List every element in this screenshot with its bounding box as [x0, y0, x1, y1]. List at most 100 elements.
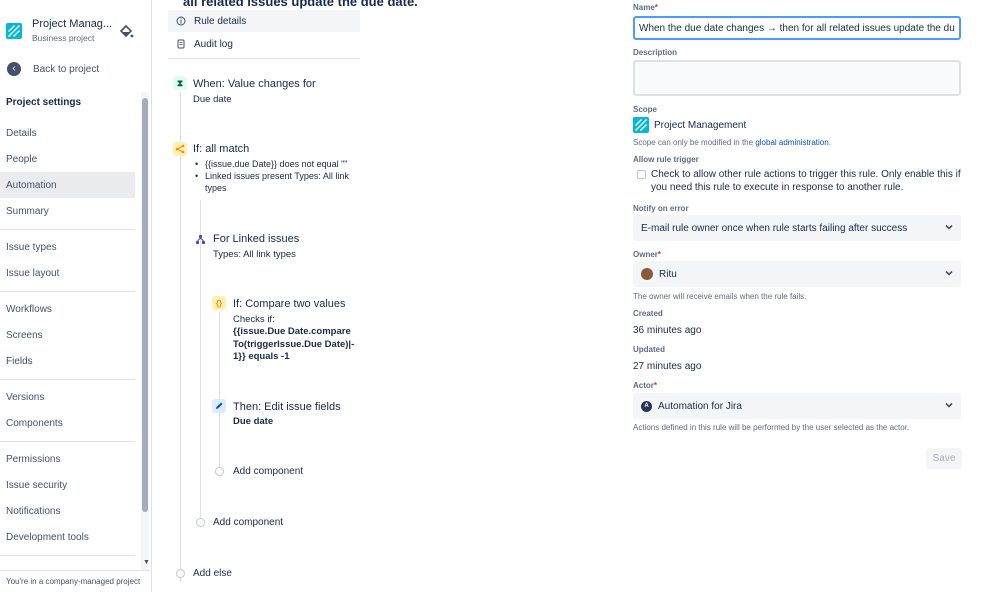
chevron-down-icon — [945, 270, 953, 276]
condition-bullet: {{issue.due Date}} does not equal "" — [195, 158, 355, 170]
arrow-left-icon: ‹ — [7, 62, 21, 76]
paint-bucket-icon[interactable] — [118, 24, 134, 40]
sidebar-item-screens[interactable]: Screens — [0, 322, 135, 348]
save-button[interactable]: Save — [926, 448, 962, 469]
back-to-project-label: Back to project — [33, 63, 100, 75]
owner-helper-text: The owner will receive emails when the r… — [633, 292, 807, 301]
trigger-hourglass-icon: ⧗ — [173, 76, 187, 90]
condition-title[interactable]: If: all match — [193, 143, 249, 155]
compare-title[interactable]: If: Compare two values — [233, 298, 346, 310]
project-sidebar: Project Manag... Business project ‹ Back… — [0, 0, 152, 592]
allow-rule-trigger-label: Allow rule trigger — [633, 155, 699, 164]
actor-label: Actor* — [633, 381, 658, 390]
allow-rule-trigger-checkbox[interactable] — [637, 170, 646, 179]
add-component-inner-link[interactable]: Add component — [233, 466, 303, 477]
sidebar-item-automation[interactable]: Automation — [0, 172, 135, 198]
allow-rule-trigger-description: Check to allow other rule actions to tri… — [651, 169, 961, 193]
add-component-dot — [196, 518, 205, 527]
updated-value: 27 minutes ago — [633, 361, 702, 372]
action-title[interactable]: Then: Edit issue fields — [233, 401, 341, 413]
sidebar-divider — [0, 229, 135, 230]
description-label: Description — [633, 48, 678, 57]
rule-details-label: Rule details — [194, 15, 247, 27]
notify-on-error-label: Notify on error — [633, 204, 689, 213]
add-else-dot — [176, 569, 185, 578]
scope-label: Scope — [633, 105, 658, 114]
project-settings-heading: Project settings — [6, 97, 82, 108]
info-icon — [176, 16, 186, 26]
sidebar-divider — [0, 555, 135, 556]
sidebar-divider — [0, 291, 135, 292]
add-component-outer-link[interactable]: Add component — [213, 517, 283, 528]
branch-people-icon — [193, 232, 207, 246]
project-name: Project Manag... — [32, 18, 112, 30]
compare-expression: {{issue.Due Date.compareTo(triggerIssue.… — [233, 326, 355, 362]
owner-value: Ritu — [659, 268, 677, 280]
add-component-dot — [215, 467, 224, 476]
sidebar-item-notifications[interactable]: Notifications — [0, 498, 135, 524]
sidebar-scrollbar-thumb[interactable] — [142, 98, 148, 512]
condition-bullets: {{issue.due Date}} does not equal "" Lin… — [195, 158, 355, 194]
condition-branch-icon — [173, 142, 187, 156]
notify-on-error-value: E-mail rule owner once when rule starts … — [641, 222, 908, 234]
branch-types: Types: All link types — [213, 249, 296, 260]
actor-select[interactable]: A Automation for Jira — [633, 393, 961, 419]
project-logo-icon — [6, 23, 22, 39]
sidebar-item-versions[interactable]: Versions — [0, 384, 135, 410]
scroll-down-arrow-icon[interactable]: ▼ — [143, 559, 150, 566]
action-field: Due date — [233, 416, 274, 427]
sidebar-item-summary[interactable]: Summary — [0, 198, 135, 224]
sidebar-item-issue-security[interactable]: Issue security — [0, 472, 135, 498]
compare-checks-label: Checks if: — [233, 314, 275, 325]
edit-pencil-icon — [212, 399, 226, 413]
branch-connector-line — [200, 200, 201, 522]
chevron-down-icon — [945, 224, 953, 230]
owner-select[interactable]: Ritu — [633, 261, 961, 287]
condition-bullet: Linked issues present Types: All link ty… — [195, 170, 355, 194]
sidebar-item-development-tools[interactable]: Development tools — [0, 524, 135, 550]
actor-helper-text: Actions defined in this rule will be per… — [633, 423, 910, 432]
project-type: Business project — [32, 33, 95, 43]
notify-on-error-select[interactable]: E-mail rule owner once when rule starts … — [633, 215, 961, 241]
scope-value-row: Project Management — [633, 117, 746, 133]
rule-menu: Rule details Audit log — [168, 10, 360, 58]
global-administration-link[interactable]: global administration — [755, 138, 828, 147]
sidebar-item-details[interactable]: Details — [0, 120, 135, 146]
sidebar-item-fields[interactable]: Fields — [0, 348, 135, 374]
owner-label: Owner* — [633, 250, 662, 259]
name-label: Name* — [633, 3, 658, 12]
updated-label: Updated — [633, 345, 665, 354]
company-managed-note: You're in a company-managed project — [0, 570, 150, 592]
chevron-down-icon — [945, 402, 953, 408]
sidebar-item-issue-types[interactable]: Issue types — [0, 234, 135, 260]
project-logo-icon — [633, 117, 649, 133]
sidebar-item-workflows[interactable]: Workflows — [0, 296, 135, 322]
sidebar-item-permissions[interactable]: Permissions — [0, 446, 135, 472]
audit-log-menu-item[interactable]: Audit log — [168, 33, 360, 55]
sidebar-divider — [0, 379, 135, 380]
scope-project-name: Project Management — [654, 119, 747, 131]
scope-helper-text: Scope can only be modified in the global… — [633, 138, 831, 147]
branch-title[interactable]: For Linked issues — [213, 233, 299, 245]
add-else-link[interactable]: Add else — [193, 568, 232, 579]
menu-divider — [168, 58, 360, 59]
actor-value: Automation for Jira — [658, 400, 742, 412]
compare-braces-icon: {} — [212, 296, 226, 310]
sidebar-item-issue-layout[interactable]: Issue layout — [0, 260, 135, 286]
automation-avatar-icon: A — [641, 400, 652, 412]
rule-details-menu-item[interactable]: Rule details — [168, 10, 360, 32]
back-to-project-link[interactable]: ‹ Back to project — [7, 62, 99, 76]
created-value: 36 minutes ago — [633, 325, 702, 336]
created-label: Created — [633, 309, 663, 318]
avatar — [641, 268, 653, 280]
branch-inner-connector-line — [219, 312, 220, 472]
sidebar-item-people[interactable]: People — [0, 146, 135, 172]
audit-log-label: Audit log — [194, 38, 233, 50]
rule-title-cut: all related issues update the due date. — [183, 0, 418, 9]
document-icon — [176, 39, 186, 49]
rule-name-input[interactable] — [633, 16, 961, 40]
trigger-title[interactable]: When: Value changes for — [193, 78, 316, 90]
description-input[interactable] — [633, 60, 961, 96]
trigger-field: Due date — [193, 94, 232, 105]
sidebar-item-components[interactable]: Components — [0, 410, 135, 436]
